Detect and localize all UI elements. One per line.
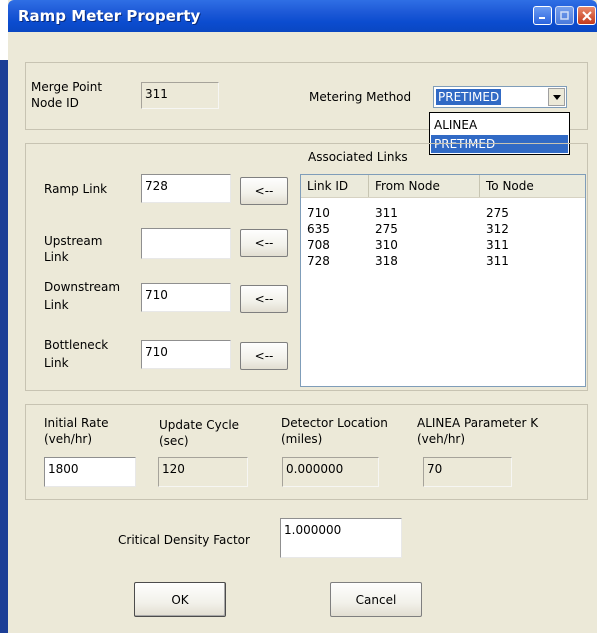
initial-rate-label-line2: (veh/hr) — [44, 432, 93, 446]
column-from-node[interactable]: From Node — [369, 175, 480, 197]
bottleneck-link-pick-button[interactable]: <-- — [240, 342, 288, 370]
window-title: Ramp Meter Property — [18, 7, 201, 25]
initial-rate-field[interactable]: 1800 — [44, 457, 136, 487]
upstream-link-field[interactable] — [141, 228, 231, 259]
list-cell[interactable]: 311 — [375, 206, 398, 221]
downstream-link-label-line1: Downstream — [44, 280, 121, 294]
maximize-button[interactable] — [555, 6, 574, 25]
list-cell[interactable]: 311 — [486, 238, 509, 253]
merge-point-node-field[interactable]: 311 — [141, 82, 219, 109]
option-alinea[interactable]: ALINEA — [431, 116, 568, 134]
alinea-k-field[interactable]: 70 — [423, 457, 512, 487]
list-cell[interactable]: 318 — [375, 254, 398, 269]
close-button[interactable] — [577, 6, 596, 25]
cancel-button[interactable]: Cancel — [330, 582, 422, 617]
ramp-link-pick-button[interactable]: <-- — [240, 177, 288, 205]
update-cycle-label-line1: Update Cycle — [159, 418, 240, 432]
bottleneck-link-pick-label: <-- — [254, 349, 274, 363]
column-link-id[interactable]: Link ID — [301, 175, 369, 197]
metering-method-selected: PRETIMED — [436, 89, 502, 105]
alinea-k-label-line2: (veh/hr) — [417, 432, 466, 446]
column-to-node[interactable]: To Node — [480, 175, 585, 197]
list-cell[interactable]: 728 — [307, 254, 330, 269]
update-cycle-label-line2: (sec) — [159, 434, 189, 448]
critical-density-label: Critical Density Factor — [118, 533, 250, 547]
list-cell[interactable]: 275 — [486, 206, 509, 221]
update-cycle-field[interactable]: 120 — [158, 457, 248, 487]
list-header: Link ID From Node To Node — [301, 175, 585, 198]
list-cell[interactable]: 708 — [307, 238, 330, 253]
downstream-link-pick-button[interactable]: <-- — [240, 285, 288, 313]
list-cell[interactable]: 312 — [486, 222, 509, 237]
list-cell[interactable]: 310 — [375, 238, 398, 253]
chevron-down-icon — [552, 94, 561, 100]
associated-links-list[interactable]: Link ID From Node To Node 710 311 275 63… — [300, 174, 586, 387]
bottleneck-link-label-line1: Bottleneck — [44, 338, 109, 352]
bottleneck-link-label-line2: Link — [44, 356, 69, 370]
downstream-link-field[interactable]: 710 — [141, 283, 231, 312]
upstream-link-label-line2: Link — [44, 250, 69, 264]
list-cell[interactable]: 311 — [486, 254, 509, 269]
initial-rate-label-line1: Initial Rate — [44, 416, 109, 430]
metering-method-select[interactable]: PRETIMED — [433, 86, 567, 108]
minimize-icon — [539, 17, 545, 19]
list-cell[interactable]: 275 — [375, 222, 398, 237]
detector-location-label-line1: Detector Location — [281, 416, 388, 430]
upstream-link-label-line1: Upstream — [44, 234, 103, 248]
maximize-icon — [560, 11, 569, 20]
detector-location-field[interactable]: 0.000000 — [282, 457, 379, 487]
ok-button-label: OK — [171, 592, 189, 607]
merge-point-label-line2: Node ID — [31, 96, 79, 110]
dropdown-arrow-button[interactable] — [548, 88, 565, 106]
metering-method-label: Metering Method — [309, 90, 412, 104]
downstream-link-label-line2: Link — [44, 298, 69, 312]
associated-links-label: Associated Links — [306, 150, 410, 165]
list-cell[interactable]: 635 — [307, 222, 330, 237]
merge-point-label-line1: Merge Point — [31, 80, 103, 94]
ramp-link-label: Ramp Link — [44, 182, 108, 196]
critical-density-field[interactable]: 1.000000 — [280, 518, 402, 558]
ramp-link-field[interactable]: 728 — [141, 174, 231, 203]
upstream-link-pick-button[interactable]: <-- — [240, 229, 288, 257]
ramp-link-pick-label: <-- — [254, 184, 274, 198]
detector-location-label-line2: (miles) — [281, 432, 323, 446]
downstream-link-pick-label: <-- — [254, 292, 274, 306]
ok-button[interactable]: OK — [134, 582, 226, 617]
ramp-meter-dialog: Ramp Meter Property Merge Point Node ID … — [8, 0, 597, 633]
list-cell[interactable]: 710 — [307, 206, 330, 221]
alinea-k-label-line1: ALINEA Parameter K — [417, 416, 539, 430]
upstream-link-pick-label: <-- — [254, 236, 274, 250]
minimize-button[interactable] — [533, 6, 552, 25]
title-bar[interactable]: Ramp Meter Property — [8, 0, 597, 32]
bottleneck-link-field[interactable]: 710 — [141, 340, 231, 369]
close-icon — [581, 10, 592, 21]
cancel-button-label: Cancel — [355, 592, 397, 607]
